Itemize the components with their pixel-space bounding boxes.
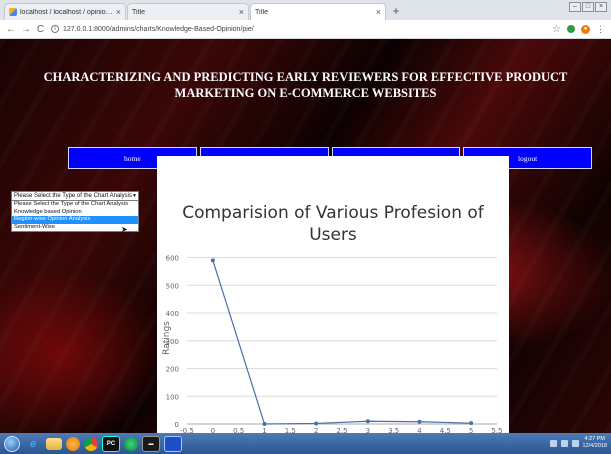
chart-analysis-select[interactable]: Please Select the Type of the Chart Anal… (11, 191, 139, 234)
data-point (365, 419, 370, 424)
data-point (469, 421, 474, 426)
tab-title: Title (132, 8, 145, 16)
tab-close-icon[interactable]: × (116, 7, 121, 17)
pycharm-icon[interactable]: PC (102, 435, 120, 452)
system-clock[interactable]: 4:27 PM 12/4/2018 (583, 436, 607, 450)
maximize-icon[interactable]: □ (582, 2, 594, 12)
y-tick-label: 500 (166, 282, 179, 290)
select-value-text: Please Select the Type of the Chart Anal… (14, 193, 132, 199)
chart-title: Users (309, 225, 357, 245)
network-icon[interactable] (560, 439, 568, 447)
mouse-cursor-icon: ➤ (121, 225, 128, 234)
url-text[interactable]: 127.0.0.1:8000/admins/charts/Knowledge-B… (63, 26, 254, 33)
window-controls: – □ × (569, 2, 607, 12)
dropdown-arrow-icon[interactable]: ▼ (132, 192, 137, 200)
y-tick-label: 600 (166, 255, 179, 263)
data-point (210, 258, 215, 263)
y-tick-label: 0 (175, 421, 179, 429)
url-field[interactable]: i 127.0.0.1:8000/admins/charts/Knowledge… (51, 25, 546, 33)
tray-arrow-icon[interactable] (549, 439, 557, 447)
back-arrow-icon[interactable]: ← (6, 24, 16, 35)
reload-icon[interactable]: C (36, 24, 45, 35)
browser-tab-bar: localhost / localhost / opinionm × Title… (0, 0, 611, 47)
media-player-icon[interactable] (66, 436, 80, 451)
address-bar: ← → C i 127.0.0.1:8000/admins/charts/Kno… (0, 20, 611, 39)
browser-tab-1[interactable]: localhost / localhost / opinionm × (4, 3, 126, 20)
new-tab-button[interactable]: + (389, 4, 403, 18)
app-green-icon[interactable] (124, 436, 138, 451)
internet-explorer-icon[interactable]: e (24, 436, 42, 452)
y-tick-label: 200 (166, 366, 179, 374)
volume-icon[interactable] (571, 439, 579, 447)
browser-menu-icon[interactable]: ⋮ (596, 24, 605, 35)
terminal-icon[interactable]: ▬ (142, 435, 160, 452)
select-option[interactable]: Please Select the Type of the Chart Anal… (12, 201, 138, 209)
clock-time: 4:27 PM (584, 436, 605, 442)
start-button-icon[interactable] (4, 435, 20, 452)
y-tick-label: 400 (166, 310, 179, 318)
forward-arrow-icon[interactable]: → (21, 24, 31, 35)
extension-orange-icon[interactable]: ● (581, 24, 590, 34)
tab-close-icon[interactable]: × (376, 7, 381, 17)
site-title: CHARACTERIZING AND PREDICTING EARLY REVI… (43, 70, 568, 100)
site-info-icon[interactable]: i (51, 25, 59, 33)
select-dropdown-list: Please Select the Type of the Chart Anal… (11, 201, 139, 232)
browser-tab-2[interactable]: Title × (0, 3, 249, 47)
select-option[interactable]: Knowledge based Opinion (12, 209, 138, 217)
select-current-value[interactable]: Please Select the Type of the Chart Anal… (11, 191, 139, 201)
extension-green-icon[interactable] (567, 25, 575, 33)
line-chart: Comparision of Various Profesion ofUsers… (162, 203, 503, 433)
chart-panel: Comparision of Various Profesion of Users… (157, 156, 509, 433)
os-taskbar: e PC ▬ 4:27 PM 12/4/2018 (0, 433, 611, 454)
page-content: CHARACTERIZING AND PREDICTING EARLY REVI… (0, 39, 611, 433)
file-explorer-icon[interactable] (46, 437, 62, 450)
system-tray: 4:27 PM 12/4/2018 (549, 436, 607, 450)
clock-date: 12/4/2018 (582, 443, 607, 449)
y-tick-label: 100 (166, 393, 179, 401)
app-blue-icon[interactable] (164, 435, 182, 452)
select-option[interactable]: Sentiment-Wise (12, 224, 138, 232)
minimize-icon[interactable]: – (569, 2, 581, 12)
bookmark-star-icon[interactable]: ☆ (552, 24, 561, 35)
chrome-icon[interactable] (84, 436, 98, 451)
data-point (417, 419, 422, 424)
chart-title: Comparision of Various Profesion of (182, 203, 485, 223)
select-option-highlighted[interactable]: Region-wise Opinion Analysis (12, 216, 138, 224)
browser-tab-3-active[interactable]: Title × (0, 3, 386, 47)
close-window-icon[interactable]: × (595, 2, 607, 12)
phpmyadmin-favicon-icon (9, 8, 17, 16)
y-axis-label: Ratings (162, 321, 172, 355)
tab-title: Title (255, 8, 268, 16)
tab-close-icon[interactable]: × (239, 7, 244, 17)
data-point (314, 421, 319, 426)
data-point (262, 422, 267, 426)
tab-title: localhost / localhost / opinionm (20, 8, 113, 16)
